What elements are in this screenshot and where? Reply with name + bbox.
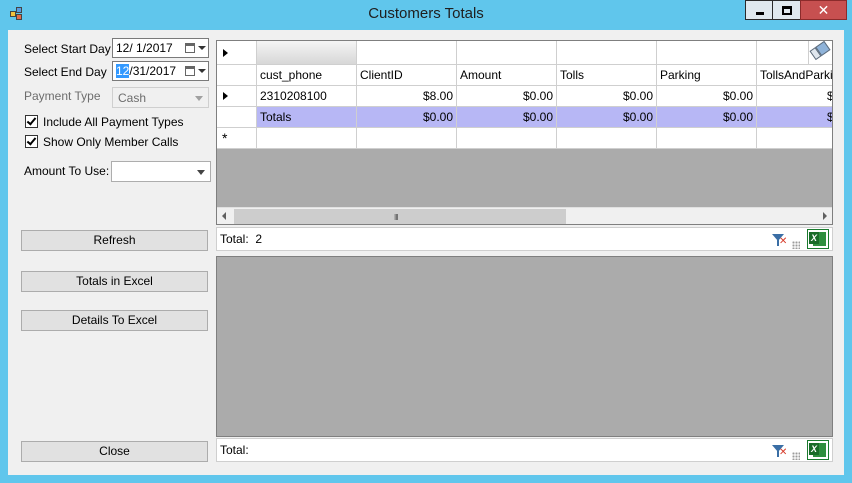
client-area: Select Start Day 12/ 1/2017 Select End D… — [8, 30, 844, 475]
include-all-checkbox[interactable] — [25, 115, 38, 128]
column-header[interactable]: TollsAndParking — [757, 65, 832, 86]
totals-cell[interactable]: $0.00 — [557, 107, 657, 128]
start-day-label: Select Start Day — [24, 42, 111, 56]
window-title: Customers Totals — [368, 5, 484, 22]
payment-type-value: Cash — [118, 91, 147, 105]
excel-export-icon[interactable]: X — [807, 229, 829, 249]
table-cell[interactable]: $0.00 — [457, 86, 557, 107]
filter-cell[interactable] — [457, 41, 557, 65]
amount-select[interactable] — [111, 161, 211, 182]
chevron-down-icon[interactable] — [198, 46, 206, 50]
column-header[interactable]: Tolls — [557, 65, 657, 86]
totals-cell[interactable]: $0.00 — [457, 107, 557, 128]
refresh-button[interactable]: Refresh — [21, 230, 208, 251]
end-day-month-selected: 12 — [116, 64, 130, 78]
table-cell[interactable]: $0.00 — [657, 86, 757, 107]
checkmark-icon — [26, 115, 37, 126]
totals-cell[interactable]: $0.00 — [357, 107, 457, 128]
column-header[interactable]: Parking — [657, 65, 757, 86]
scroll-left-icon[interactable] — [222, 212, 226, 220]
totals-excel-button[interactable]: Totals in Excel — [21, 271, 208, 292]
row-pointer-icon — [223, 49, 228, 57]
minimize-button[interactable] — [745, 0, 773, 20]
bottom-total-label: Total: — [220, 443, 249, 457]
totals-cell[interactable]: $0.00 — [657, 107, 757, 128]
start-day-value: 12/ 1/2017 — [116, 41, 173, 55]
calendar-icon[interactable] — [185, 43, 195, 53]
include-all-label[interactable]: Include All Payment Types — [43, 115, 184, 129]
new-row-cell[interactable] — [657, 128, 757, 149]
scroll-grip: III — [394, 213, 399, 222]
new-row-cell[interactable] — [757, 128, 832, 149]
close-button[interactable]: Close — [21, 441, 208, 462]
filter-cell[interactable] — [557, 41, 657, 65]
scroll-thumb[interactable]: III — [234, 209, 566, 224]
new-row-cell[interactable] — [457, 128, 557, 149]
resize-grip[interactable] — [792, 241, 800, 249]
row-header[interactable] — [217, 107, 257, 128]
new-row-header[interactable]: * — [217, 128, 257, 149]
filter-cell[interactable] — [257, 41, 357, 65]
filter-cell[interactable] — [657, 41, 757, 65]
maximize-icon — [782, 6, 792, 15]
corner-header — [217, 65, 257, 86]
column-header[interactable]: ClientID — [357, 65, 457, 86]
clear-filter-button[interactable] — [809, 41, 832, 65]
excel-export-icon[interactable]: X — [807, 440, 829, 460]
table-cell[interactable]: $8.00 — [357, 86, 457, 107]
end-day-picker[interactable]: 12/31/2017 — [112, 61, 209, 81]
details-grid[interactable] — [216, 256, 833, 437]
start-day-picker[interactable]: 12/ 1/2017 — [112, 38, 209, 58]
row-header[interactable] — [217, 86, 257, 107]
app-window: Customers Totals ✕ Select Start Day 12/ … — [0, 0, 852, 483]
member-only-checkbox[interactable] — [25, 135, 38, 148]
new-row-cell[interactable] — [257, 128, 357, 149]
end-day-label: Select End Day — [24, 65, 107, 79]
eraser-icon — [809, 41, 831, 61]
end-day-rest: /31/2017 — [129, 64, 177, 78]
bottom-status-bar: Total: ✕ X — [216, 438, 833, 462]
top-total-label: Total: — [220, 232, 249, 246]
resize-grip[interactable] — [792, 452, 800, 460]
totals-cell[interactable]: $0.00 — [757, 107, 832, 128]
details-excel-button[interactable]: Details To Excel — [21, 310, 208, 331]
table-cell[interactable]: $0.00 — [557, 86, 657, 107]
chevron-down-icon[interactable] — [198, 69, 206, 73]
payment-type-label: Payment Type — [24, 89, 101, 103]
new-row-cell[interactable] — [357, 128, 457, 149]
totals-grid[interactable]: cust_phone ClientID Amount Tolls Parking… — [216, 40, 833, 225]
minimize-icon — [756, 12, 764, 15]
member-only-label[interactable]: Show Only Member Calls — [43, 135, 178, 149]
title-bar[interactable]: Customers Totals ✕ — [0, 0, 852, 30]
clear-filter-icon[interactable]: ✕ — [772, 232, 788, 248]
filter-cell[interactable] — [757, 41, 809, 65]
calendar-icon[interactable] — [185, 66, 195, 76]
amount-label: Amount To Use: — [24, 164, 110, 178]
totals-cell[interactable]: Totals — [257, 107, 357, 128]
row-pointer-icon — [223, 92, 228, 100]
chevron-down-icon[interactable] — [197, 170, 205, 175]
table-cell[interactable]: $0.00 — [757, 86, 832, 107]
top-status-bar: Total: 2 ✕ X — [216, 227, 833, 251]
close-icon: ✕ — [817, 2, 830, 18]
chevron-down-icon — [195, 96, 203, 101]
checkmark-icon — [26, 135, 37, 146]
scroll-right-icon[interactable] — [823, 212, 827, 220]
close-window-button[interactable]: ✕ — [800, 0, 847, 20]
maximize-button[interactable] — [772, 0, 801, 20]
filter-row-header — [217, 41, 257, 65]
table-cell[interactable]: 2310208100 — [257, 86, 357, 107]
filter-cell[interactable] — [357, 41, 457, 65]
payment-type-select[interactable]: Cash — [112, 87, 209, 108]
top-total-count: 2 — [255, 232, 263, 246]
column-header[interactable]: cust_phone — [257, 65, 357, 86]
clear-filter-icon[interactable]: ✕ — [772, 443, 788, 459]
column-header[interactable]: Amount — [457, 65, 557, 86]
horizontal-scrollbar[interactable]: III — [217, 207, 832, 224]
new-row-cell[interactable] — [557, 128, 657, 149]
new-row-icon: * — [222, 130, 228, 146]
